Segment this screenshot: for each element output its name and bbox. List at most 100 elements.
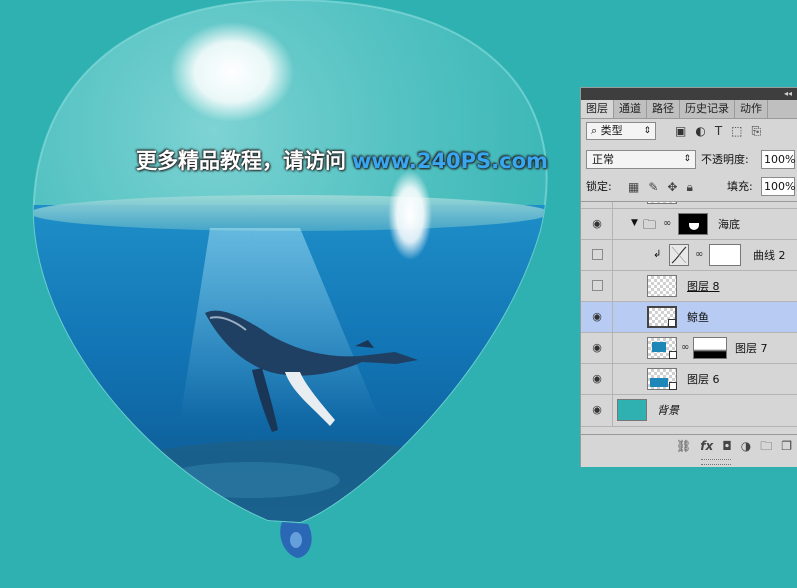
tab-layers[interactable]: 图层 [581,100,614,118]
eye-column [581,271,613,302]
layer-row-layer7[interactable]: ◉ ∞ 图层 7 [581,333,797,364]
footer-icon-group: ⛓︎ fx ◘ ◑ 🗀︎ ❐ [676,435,792,457]
eye-column: ◉ [581,364,613,395]
layer-thumbnail [647,337,677,359]
link-icon[interactable]: ∞ [695,248,703,262]
clipping-arrow-icon: ↲ [653,249,662,260]
layer-thumbnail [647,202,677,204]
layer-mask-thumbnail [693,337,727,359]
fill-input[interactable]: 100% [761,177,795,196]
opacity-label: 不透明度: [701,153,749,166]
eye-icon[interactable]: ◉ [591,342,603,354]
panel-title-strip: ◂◂ [581,88,797,100]
watermark-site: www.240PS.com [352,149,548,173]
panel-tabs: 图层 通道 路径 历史记录 动作 [581,100,797,119]
water-surface [33,195,547,231]
adjustment-mask-thumbnail [709,244,741,266]
layer-row-whale[interactable]: ◉ 鲸鱼 [581,302,797,333]
lock-all-icon[interactable]: 🔒︎ [686,179,692,196]
eye-column: ◉ [581,302,613,333]
watermark-prompt: 更多精品教程，请访问 [136,149,346,173]
image-filter-icon[interactable]: ▣ [675,122,686,140]
balloon-highlight-small [388,170,432,260]
filter-icon-group: ▣ ◐ T ⬚ ⎘ [675,122,761,140]
layer-thumbnail [647,275,677,297]
tab-history[interactable]: 历史记录 [680,100,735,118]
fill-label: 填充: [727,180,753,193]
blend-mode-value: 正常 [592,153,614,166]
new-adjustment-icon[interactable]: ◑ [741,435,751,457]
link-icon[interactable]: ∞ [663,217,671,231]
visibility-off-box[interactable] [592,249,603,260]
group-mask-thumbnail [678,213,708,235]
balloon-highlight [170,22,294,122]
layer-thumbnail [647,306,677,328]
layer-row-background[interactable]: ◉ 背景 [581,395,797,427]
layer-name: 曲线 2 [753,249,786,262]
folder-icon: 🗀︎ [643,218,657,233]
thumbnail-content [650,378,668,387]
eye-icon[interactable]: ◉ [591,311,603,323]
shape-filter-icon[interactable]: ⬚ [731,122,742,140]
layer-thumbnail [647,368,677,390]
link-icon[interactable]: ∞ [681,341,689,355]
tab-paths[interactable]: 路径 [647,100,680,118]
smart-object-badge-icon [669,351,677,359]
layer-row-group[interactable]: ◉ ▼ 🗀︎ ∞ 海底 [581,209,797,240]
blend-mode-select[interactable]: 正常 ⇕ [586,150,696,169]
curves-adjustment-icon [669,244,689,266]
eye-icon[interactable]: ◉ [591,404,603,416]
eye-column [581,240,613,271]
eye-icon[interactable]: ◉ [591,218,603,230]
lock-transparency-icon[interactable]: ▦ [628,179,639,196]
fx-icon[interactable]: fx [700,435,713,457]
tab-channels[interactable]: 通道 [614,100,647,118]
new-group-icon[interactable]: 🗀︎ [760,435,772,457]
layer-name: 图层 8 [687,280,720,293]
search-icon: ⌕ [591,124,601,137]
layer-name: 鲸鱼 [687,311,709,324]
layer-row-curves[interactable]: ↲ ∞ 曲线 2 [581,240,797,271]
layer-row-partial[interactable] [581,202,797,209]
disclosure-triangle-icon[interactable]: ▼ [631,218,638,228]
adjustment-filter-icon[interactable]: ◐ [695,122,705,140]
layer-name: 海底 [718,218,740,231]
background-thumbnail [617,399,647,421]
opacity-input[interactable]: 100% [761,150,795,169]
eye-column [581,202,613,209]
select-caret-icon: ⇕ [683,154,691,164]
eye-column: ◉ [581,333,613,364]
type-filter-icon[interactable]: T [715,122,722,140]
watermark-text: 更多精品教程，请访问 www.240PS.com [136,146,548,176]
layers-list[interactable]: ◉ ▼ 🗀︎ ∞ 海底 ↲ ∞ 曲线 2 图层 8 ◉ 鲸鱼 ◉ ∞ 图层 7 … [581,201,797,435]
add-mask-icon[interactable]: ◘ [722,435,732,457]
lock-icon-group: ▦ ✎ ✥ 🔒︎ [628,179,693,196]
layer-name: 图层 6 [687,373,720,386]
mask-shape [689,223,699,230]
lock-position-icon[interactable]: ✥ [667,179,677,196]
eye-icon[interactable]: ◉ [591,373,603,385]
visibility-off-box[interactable] [592,280,603,291]
resize-grip[interactable] [701,459,731,465]
eye-column: ◉ [581,395,613,427]
layer-name: 图层 7 [735,342,768,355]
layer-row-layer6[interactable]: ◉ 图层 6 [581,364,797,395]
layer-filter-select[interactable]: ⌕ 类型 ⇕ [586,122,656,140]
layer-row-layer8[interactable]: 图层 8 [581,271,797,302]
smart-object-badge-icon [669,382,677,390]
thumbnail-content [652,342,666,352]
layers-panel: ◂◂ 图层 通道 路径 历史记录 动作 ⌕ 类型 ⇕ ▣ ◐ T ⬚ ⎘ 正常 … [580,87,797,467]
collapse-arrows-icon[interactable]: ◂◂ [784,88,792,100]
lock-pixels-icon[interactable]: ✎ [648,179,658,196]
new-layer-icon[interactable]: ❐ [781,435,792,457]
smart-object-badge-icon [668,319,676,327]
curves-graph-icon [671,246,687,264]
lock-label: 锁定: [586,180,612,193]
select-caret-icon: ⇕ [643,126,651,136]
filter-label: 类型 [600,124,623,137]
link-layers-icon[interactable]: ⛓︎ [676,435,691,457]
smart-object-filter-icon[interactable]: ⎘ [752,122,762,140]
tab-actions[interactable]: 动作 [735,100,768,118]
layer-name: 背景 [657,404,679,417]
panel-footer: ⛓︎ fx ◘ ◑ 🗀︎ ❐ [581,434,797,457]
